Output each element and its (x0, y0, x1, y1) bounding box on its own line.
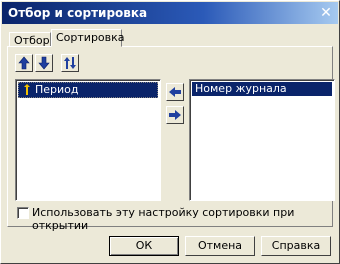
cancel-button[interactable]: Отмена (185, 236, 255, 256)
move-up-button[interactable] (15, 54, 33, 72)
use-on-open-label: Использовать эту настройку сортировки пр… (32, 206, 295, 232)
sort-fields-list[interactable]: Период (15, 79, 161, 201)
window-title: Отбор и сортировка (8, 6, 148, 20)
sort-direction-icon (24, 84, 30, 95)
tab-sort-label: Сортировка (56, 31, 125, 44)
dialog-window: Отбор и сортировка ✕ Отбор Сортировка Пе… (0, 0, 340, 264)
help-button[interactable]: Справка (261, 236, 331, 256)
tab-sort[interactable]: Сортировка (51, 29, 125, 47)
title-bar[interactable]: Отбор и сортировка ✕ (2, 2, 338, 24)
arrow-up-icon (18, 56, 30, 70)
use-on-open-checkbox[interactable] (17, 207, 29, 219)
add-field-button[interactable] (166, 83, 184, 101)
arrow-right-icon (169, 110, 181, 120)
remove-field-button[interactable] (166, 106, 184, 124)
list-item-label: Номер журнала (195, 82, 287, 95)
tab-filter[interactable]: Отбор (9, 32, 51, 47)
list-item[interactable]: Период (18, 82, 158, 98)
available-fields-list[interactable]: Номер журнала (189, 79, 335, 201)
close-icon: ✕ (320, 5, 332, 21)
arrow-left-icon (169, 87, 181, 97)
list-item-label: Период (35, 83, 79, 96)
sort-order-button[interactable] (61, 54, 79, 72)
move-down-button[interactable] (35, 54, 53, 72)
ok-button[interactable]: ОК (109, 236, 179, 256)
arrow-down-icon (38, 56, 50, 70)
close-button[interactable]: ✕ (317, 4, 335, 22)
sort-order-icon (64, 57, 76, 69)
list-item[interactable]: Номер журнала (192, 82, 332, 96)
